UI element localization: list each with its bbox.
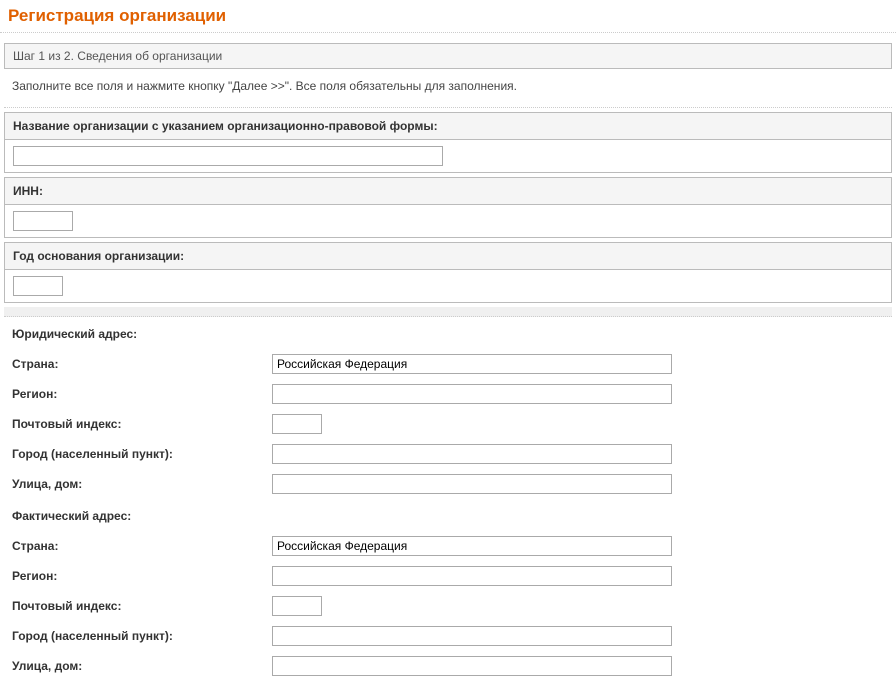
- actual-street-input[interactable]: [272, 656, 672, 676]
- legal-region-input[interactable]: [272, 384, 672, 404]
- actual-region-label: Регион:: [4, 561, 264, 591]
- year-input[interactable]: [13, 276, 63, 296]
- org-name-label: Название организации с указанием организ…: [5, 113, 891, 140]
- legal-zip-input[interactable]: [272, 414, 322, 434]
- page-title: Регистрация организации: [0, 0, 896, 33]
- legal-region-label: Регион:: [4, 379, 264, 409]
- actual-street-label: Улица, дом:: [4, 651, 264, 681]
- legal-country-input[interactable]: [272, 354, 672, 374]
- section-divider: [4, 307, 892, 317]
- legal-street-label: Улица, дом:: [4, 469, 264, 499]
- legal-address-header: Юридический адрес:: [4, 317, 892, 349]
- actual-address-header: Фактический адрес:: [4, 499, 892, 531]
- year-block: Год основания организации:: [4, 242, 892, 303]
- legal-city-input[interactable]: [272, 444, 672, 464]
- actual-city-input[interactable]: [272, 626, 672, 646]
- actual-city-label: Город (населенный пункт):: [4, 621, 264, 651]
- instruction-text: Заполните все поля и нажмите кнопку "Дал…: [4, 69, 892, 108]
- legal-city-label: Город (населенный пункт):: [4, 439, 264, 469]
- actual-zip-label: Почтовый индекс:: [4, 591, 264, 621]
- org-name-input[interactable]: [13, 146, 443, 166]
- year-label: Год основания организации:: [5, 243, 891, 270]
- org-name-block: Название организации с указанием организ…: [4, 112, 892, 173]
- legal-zip-label: Почтовый индекс:: [4, 409, 264, 439]
- actual-country-label: Страна:: [4, 531, 264, 561]
- actual-country-input[interactable]: [272, 536, 672, 556]
- inn-input[interactable]: [13, 211, 73, 231]
- actual-zip-input[interactable]: [272, 596, 322, 616]
- inn-label: ИНН:: [5, 178, 891, 205]
- actual-region-input[interactable]: [272, 566, 672, 586]
- step-indicator: Шаг 1 из 2. Сведения об организации: [4, 43, 892, 69]
- legal-street-input[interactable]: [272, 474, 672, 494]
- legal-country-label: Страна:: [4, 349, 264, 379]
- inn-block: ИНН:: [4, 177, 892, 238]
